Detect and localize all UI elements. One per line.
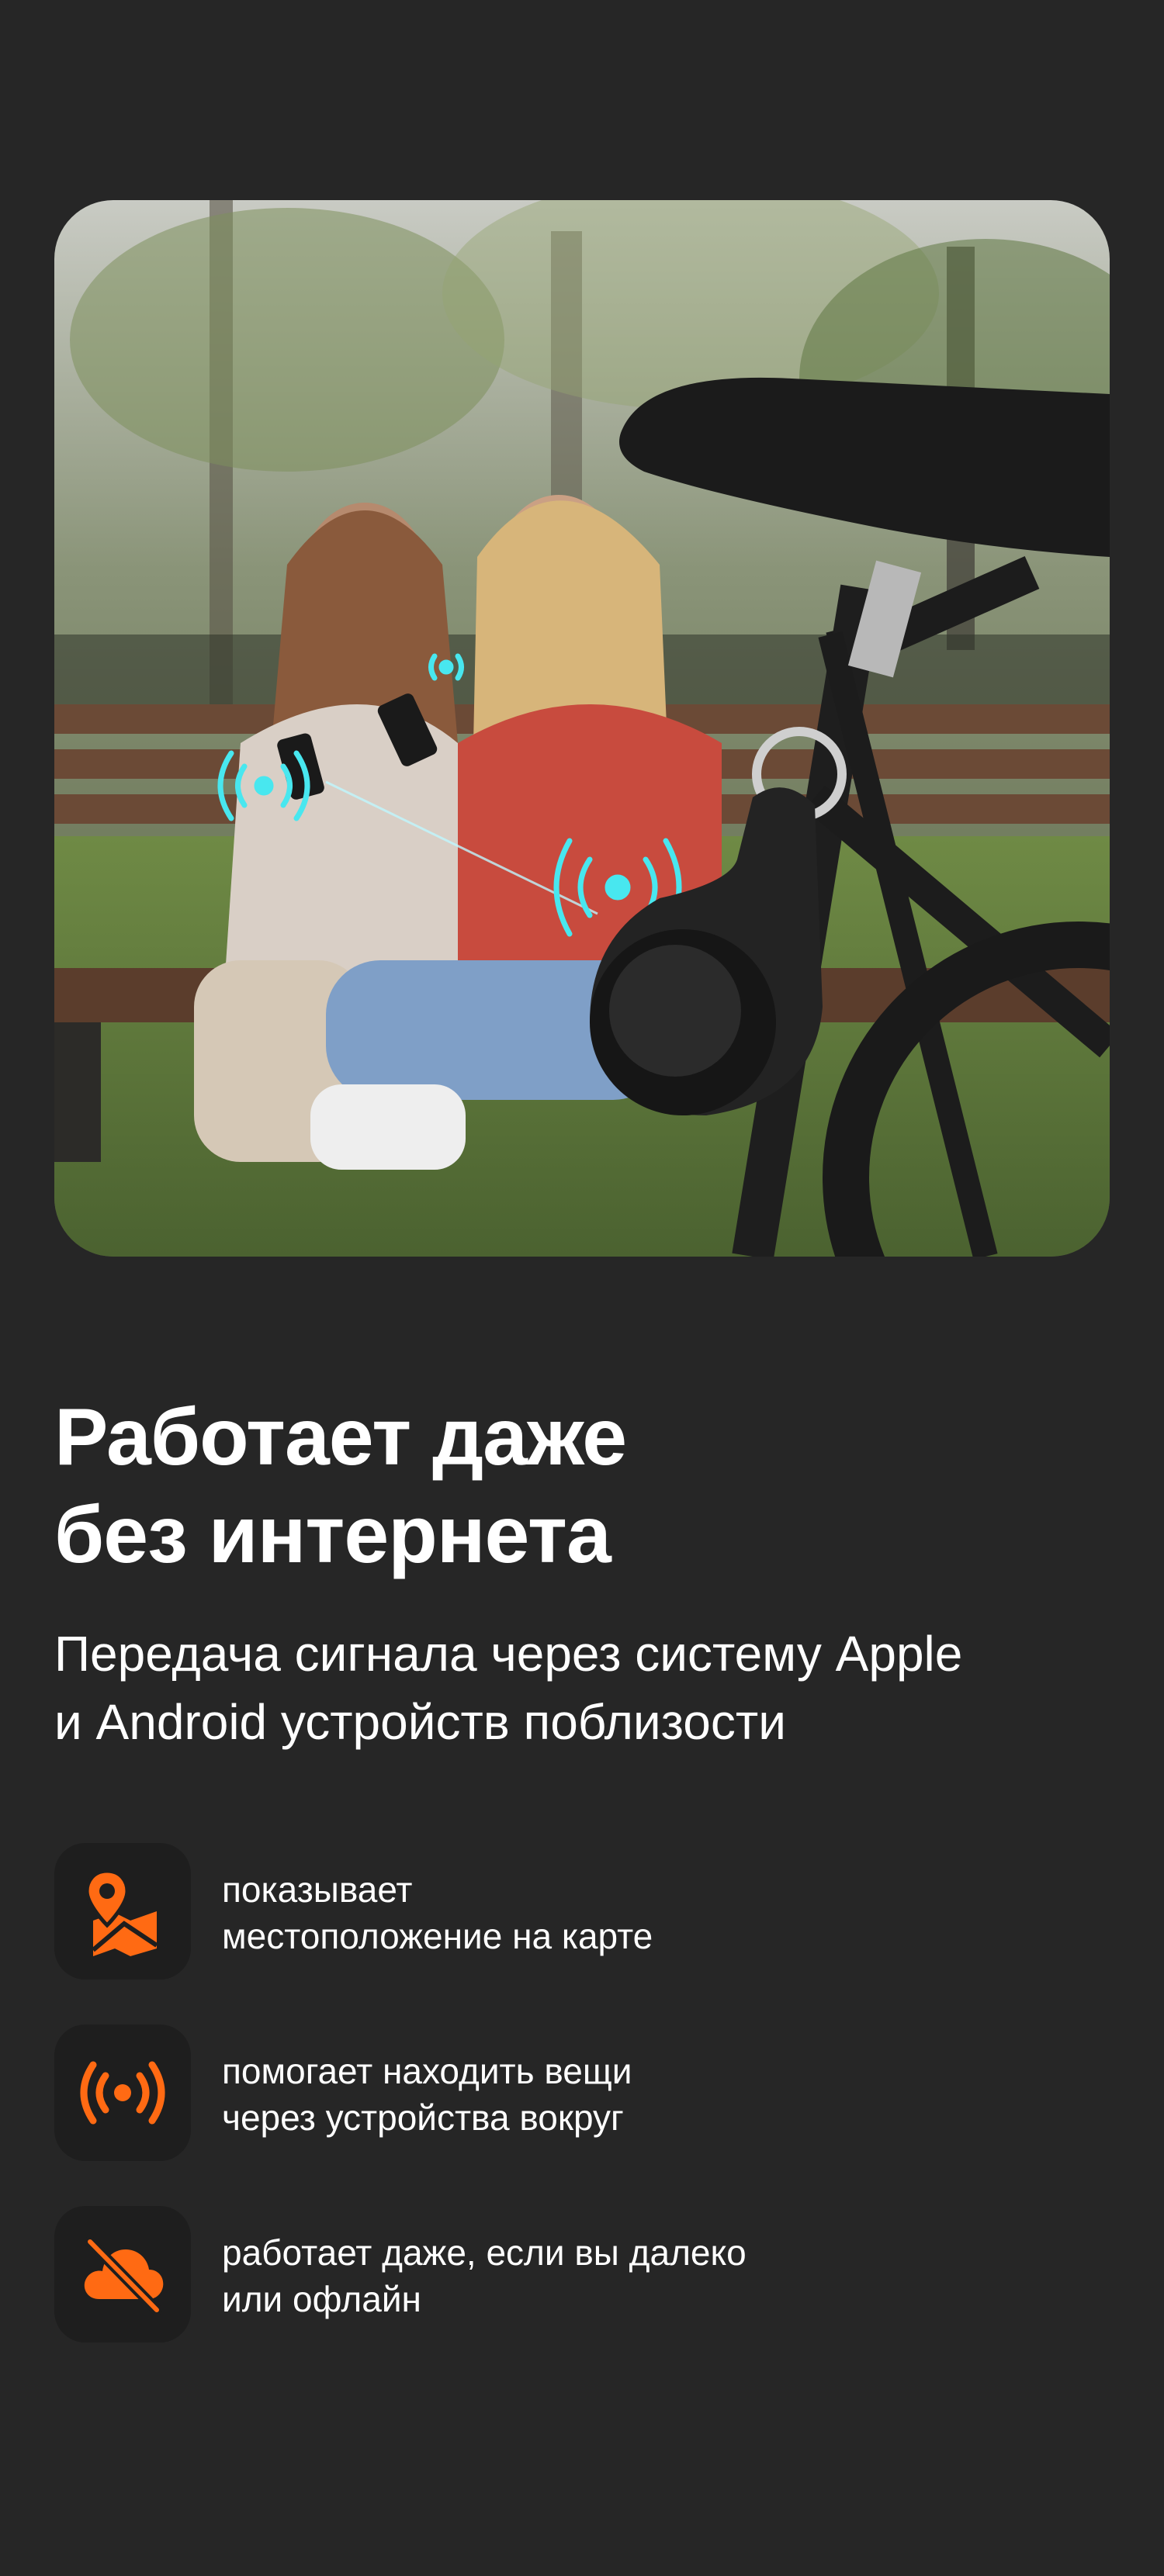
- headline: Работает даже без интернета: [54, 1388, 1110, 1584]
- feature-text-line-1: помогает находить вещи: [222, 2051, 632, 2091]
- headline-line-2: без интернета: [54, 1490, 611, 1580]
- feature-text-line-1: показывает: [222, 1869, 413, 1910]
- feature-text-line-1: работает даже, если вы далеко: [222, 2232, 747, 2273]
- feature-text-line-2: через устройства вокруг: [222, 2097, 624, 2138]
- cloud-off-icon: [84, 2236, 164, 2315]
- subtitle: Передача сигнала через систему Apple и A…: [54, 1620, 1110, 1756]
- feature-icon-tile: [54, 1843, 191, 1980]
- signal-broadcast-icon: [80, 2061, 165, 2125]
- feature-text: показывает местоположение на карте: [222, 1866, 653, 1959]
- headline-line-1: Работает даже: [54, 1392, 627, 1482]
- feature-item-location: показывает местоположение на карте: [54, 1843, 1110, 1980]
- map-pin-icon: [85, 1869, 158, 1956]
- hero-photo: [54, 200, 1110, 1257]
- subtitle-line-2: и Android устройств поблизости: [54, 1694, 786, 1750]
- feature-icon-tile: [54, 2206, 191, 2343]
- feature-icon-tile: [54, 2024, 191, 2161]
- feature-text: помогает находить вещи через устройства …: [222, 2048, 632, 2141]
- photo-icon: [54, 200, 1110, 1257]
- feature-text-line-2: местоположение на карте: [222, 1916, 653, 1956]
- feature-text-line-2: или офлайн: [222, 2279, 421, 2319]
- subtitle-line-1: Передача сигнала через систему Apple: [54, 1626, 963, 1682]
- feature-item-nearby-devices: помогает находить вещи через устройства …: [54, 2024, 1110, 2161]
- feature-text: работает даже, если вы далеко или офлайн: [222, 2229, 747, 2322]
- feature-item-offline: работает даже, если вы далеко или офлайн: [54, 2206, 1110, 2343]
